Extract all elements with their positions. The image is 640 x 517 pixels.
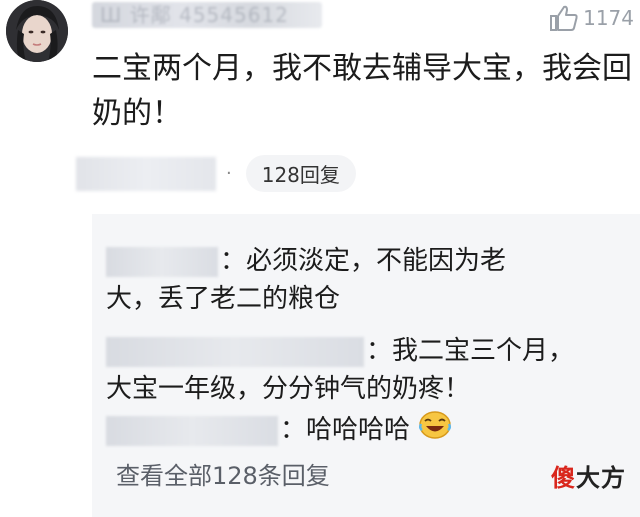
separator-dot: · [226,163,232,184]
reply-text: ：哈哈哈哈 [280,415,411,445]
view-all-replies-link[interactable]: 查看全部128条回复 [116,456,330,491]
comment-text: 二宝两个月，我不敢去辅导大宝，我会回奶的！ [92,51,632,131]
like-button[interactable]: 1174 [549,4,634,32]
avatar[interactable] [6,0,68,62]
reply-count-button[interactable]: 128回复 [245,155,356,192]
username[interactable]: Ш 许鄅 45545612 [92,2,322,28]
watermark: 傻大方 [551,464,626,492]
reply-author[interactable] [106,246,218,277]
reply-author[interactable] [106,336,364,367]
comment-meta: · 128回复 [76,155,356,192]
thumbs-up-icon [550,5,578,31]
replies-panel: ：必须淡定，不能因为老大，丢了老二的粮仓 ：我二宝三个月，大宝一年级，分分钟气的… [92,214,640,517]
reply-item[interactable]: ：我二宝三个月，大宝一年级，分分钟气的奶疼！ [106,332,586,408]
user-portrait-icon [6,0,68,62]
comment-card: Ш 许鄅 45545612 1174 二宝两个月，我不敢去辅导大宝，我会回奶的！… [0,0,640,517]
comment-time [76,156,216,191]
reply-author[interactable] [106,415,278,446]
reply-item[interactable]: ：必须淡定，不能因为老大，丢了老二的粮仓 [106,242,546,318]
reply-item[interactable]: ：哈哈哈哈 [106,410,452,451]
laughing-emoji-icon [418,410,452,451]
like-count: 1174 [583,6,634,30]
